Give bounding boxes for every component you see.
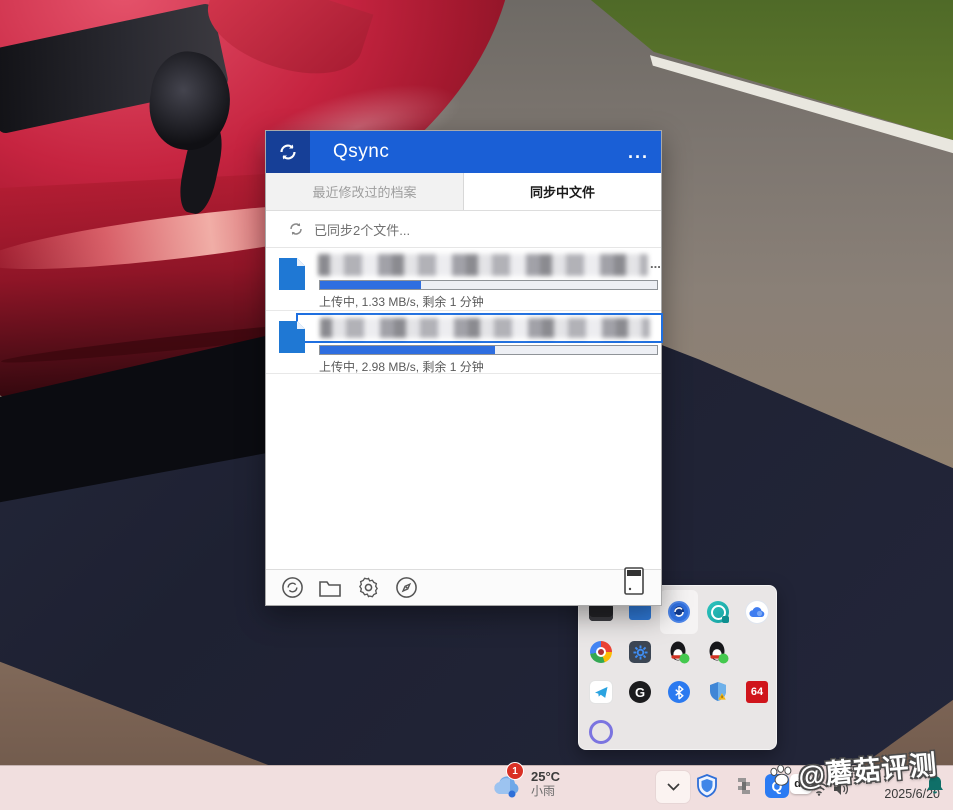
qsync-window: Qsync ... 最近修改过的档案 同步中文件 已同步2个文件... ... … [265, 130, 662, 606]
paw-icon [767, 763, 795, 789]
sync-status-icon [288, 221, 304, 237]
progress-fill [320, 281, 421, 289]
telegram-icon[interactable] [589, 680, 613, 704]
qsync-tray-icon[interactable] [667, 600, 691, 624]
chevron-down-icon [667, 783, 680, 791]
blurred-filename [320, 318, 650, 338]
sync-status-text: 已同步2个文件... [314, 220, 410, 239]
upload-progress-bar [319, 345, 658, 355]
tab-recently-modified[interactable]: 最近修改过的档案 [266, 173, 464, 210]
browser-app-icon[interactable] [589, 640, 613, 664]
file-icon [278, 320, 306, 354]
security-shield-warning-icon[interactable] [706, 680, 730, 704]
qsync-titlebar[interactable]: Qsync ... [266, 131, 661, 173]
logitech-ghub-icon[interactable]: G [628, 680, 652, 704]
pc-manager-shield-icon[interactable] [694, 773, 720, 799]
qsync-logo-icon [266, 131, 310, 173]
sync-button[interactable] [280, 576, 304, 600]
sync-status-row: 已同步2个文件... [266, 211, 661, 248]
file-row[interactable]: ... 上传中, 1.33 MB/s, 剩余 1 分钟 [266, 248, 661, 311]
weather-alert-badge: 1 [506, 762, 524, 780]
qq-icon-2[interactable] [706, 640, 730, 664]
upload-progress-bar [319, 280, 658, 290]
blurred-filename [318, 254, 648, 276]
more-options-button[interactable]: ... [628, 131, 649, 173]
gray-utility-icon[interactable] [731, 773, 757, 799]
cloud-drive-icon[interactable] [745, 600, 769, 624]
qsync-tab-bar: 最近修改过的档案 同步中文件 [266, 173, 661, 211]
qq-icon[interactable] [667, 640, 691, 664]
tab-syncing-files[interactable]: 同步中文件 [464, 173, 661, 210]
qsync-toolbar [266, 569, 661, 605]
file-icon [278, 257, 306, 291]
settings-button[interactable] [356, 576, 380, 600]
weather-temperature: 25°C [531, 770, 560, 785]
weather-icon: 1 [492, 769, 524, 799]
teal-camera-app-icon[interactable] [706, 600, 730, 624]
upload-status-text: 上传中, 2.98 MB/s, 剩余 1 分钟 [319, 358, 484, 375]
nas-device-icon[interactable] [624, 567, 644, 600]
file-row-selected[interactable]: 上传中, 2.98 MB/s, 剩余 1 分钟 [266, 311, 661, 374]
window-title: Qsync [333, 141, 389, 163]
open-folder-button[interactable] [318, 576, 342, 600]
bluetooth-icon[interactable] [667, 680, 691, 704]
tray-overflow-flyout: G 64 [578, 585, 777, 750]
weather-condition: 小雨 [531, 785, 560, 799]
aida64-icon[interactable]: 64 [745, 680, 769, 704]
tray-collapse-button[interactable] [656, 771, 690, 803]
progress-fill [320, 346, 495, 354]
driver-utility-icon[interactable] [628, 640, 652, 664]
upload-status-text: 上传中, 1.33 MB/s, 剩余 1 分钟 [319, 293, 484, 310]
filename-ellipsis: ... [650, 256, 661, 271]
filename-selection-box[interactable] [296, 313, 663, 343]
browse-web-button[interactable] [394, 576, 418, 600]
taskbar-weather-widget[interactable]: 1 25°C 小雨 [492, 769, 560, 799]
purple-ring-app-icon[interactable] [589, 720, 613, 744]
